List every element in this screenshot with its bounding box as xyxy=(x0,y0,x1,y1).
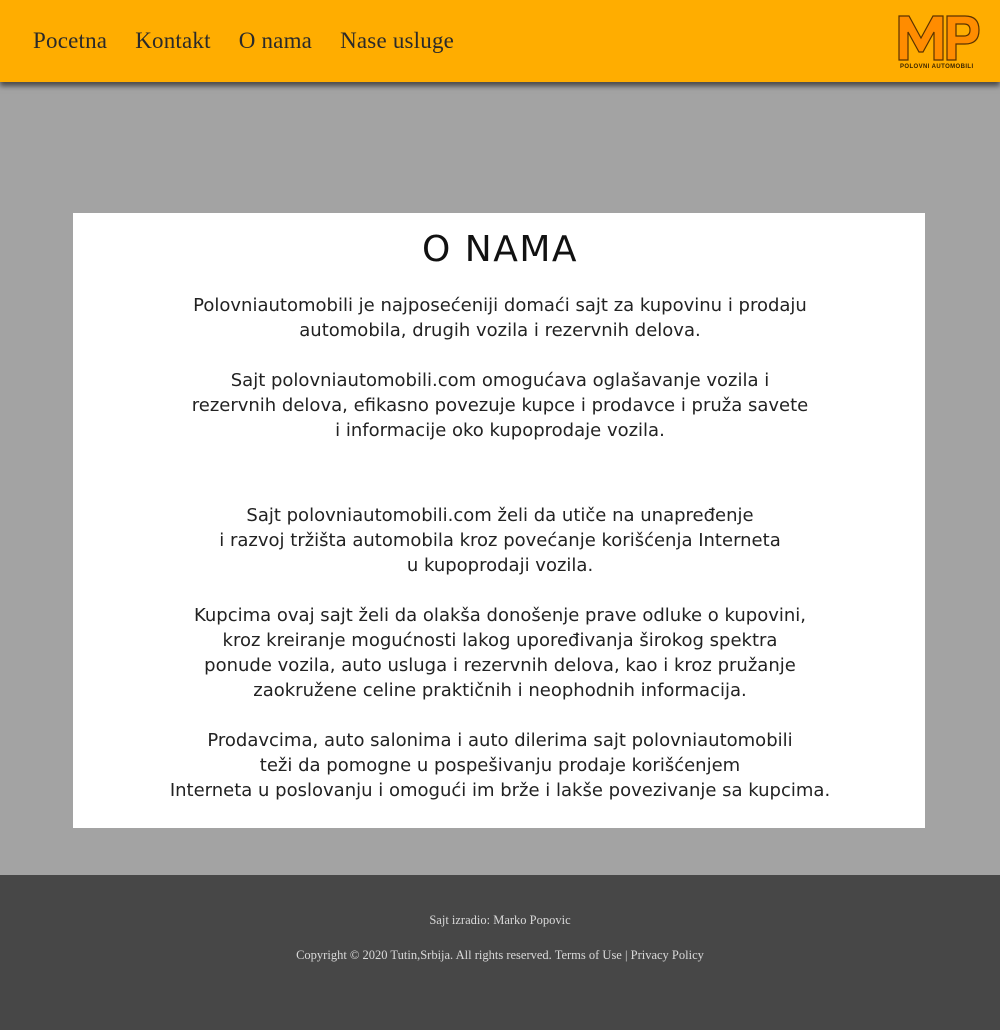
nav-link-o-nama[interactable]: O nama xyxy=(239,26,312,56)
about-paragraph-5: Prodavcima, auto salonima i auto dilerim… xyxy=(169,730,831,801)
page-title: O NAMA xyxy=(421,229,579,270)
nav-link-nase-usluge[interactable]: Nase usluge xyxy=(340,26,454,56)
footer-copyright-line: Copyright © 2020 Tutin,Srbija. All right… xyxy=(0,948,1000,963)
terms-of-use-link[interactable]: Terms of Use xyxy=(555,948,622,962)
about-paragraph-1: Polovniautomobili je najposećeniji domać… xyxy=(193,295,807,341)
logo-caption: POLOVNI AUTOMOBILI xyxy=(900,64,974,70)
footer-separator: | xyxy=(624,948,628,962)
main-nav: Pocetna Kontakt O nama Nase usluge xyxy=(33,26,482,56)
nav-link-kontakt[interactable]: Kontakt xyxy=(135,26,211,56)
about-paragraph-2: Sajt polovniautomobili.com omogućava ogl… xyxy=(191,370,809,441)
copyright-text: Copyright © 2020 Tutin,Srbija. All right… xyxy=(296,948,552,962)
site-logo[interactable]: POLOVNI AUTOMOBILI xyxy=(895,10,981,74)
site-footer: Sajt izradio: Marko Popovic Copyright © … xyxy=(0,875,1000,1030)
site-header: Pocetna Kontakt O nama Nase usluge POLOV… xyxy=(0,0,1000,82)
logo-mark xyxy=(898,15,980,61)
privacy-policy-link[interactable]: Privacy Policy xyxy=(631,948,704,962)
about-paragraph-4: Kupcima ovaj sajt želi da olakša donošen… xyxy=(193,605,807,701)
footer-credit: Sajt izradio: Marko Popovic xyxy=(429,913,571,927)
nav-link-pocetna[interactable]: Pocetna xyxy=(33,26,107,56)
about-paragraph-3: Sajt polovniautomobili.com želi da utiče… xyxy=(219,505,781,576)
